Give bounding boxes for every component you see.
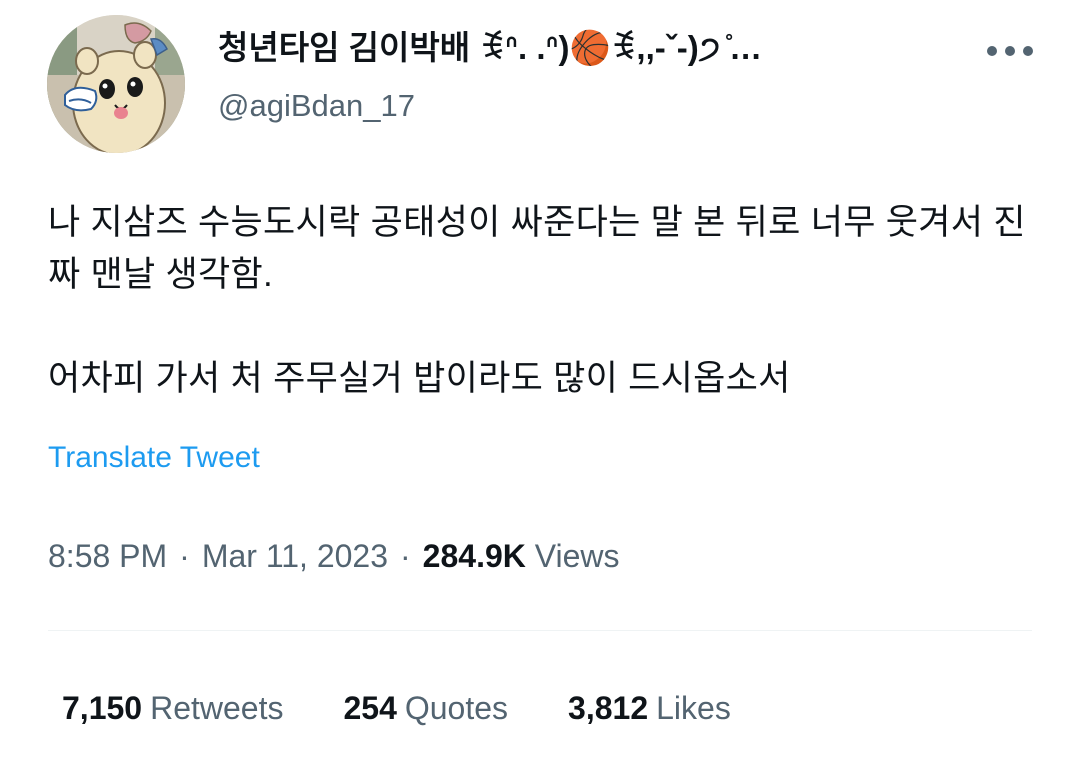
retweets-label: Retweets [150,690,284,726]
tweet-date[interactable]: Mar 11, 2023 [202,538,388,574]
views-label: Views [534,538,620,574]
meta-separator: · [179,538,190,574]
display-name[interactable]: 청년타임 김이박배 ꉂᐢ. .ᐢ)🏀ꉂ,,-ˇ-)੭ ̊… [218,26,918,70]
tweet-paragraph: 나 지삼즈 수능도시락 공태성이 싸준다는 말 본 뒤로 너무 웃겨서 진짜 맨… [48,203,1026,294]
avatar[interactable] [47,15,185,153]
retweets-stat[interactable]: 7,150 Retweets [62,686,283,730]
cartoon-hamster-avatar-icon [47,15,185,153]
retweets-count: 7,150 [62,690,143,726]
quotes-count: 254 [343,690,397,726]
tweet-meta: 8:58 PM · Mar 11, 2023 · 284.9K Views [48,534,620,578]
views-count: 284.9K [422,538,526,574]
tweet-stats: 7,150 Retweets 254 Quotes 3,812 Likes [62,686,731,730]
translate-tweet-link[interactable]: Translate Tweet [48,438,260,478]
more-options-button[interactable] [984,33,1036,69]
divider [48,630,1032,631]
meta-separator: · [400,538,411,574]
likes-count: 3,812 [568,690,649,726]
user-handle[interactable]: @agiBdan_17 [218,86,918,126]
tweet-text: 나 지삼즈 수능도시락 공태성이 싸준다는 말 본 뒤로 너무 웃겨서 진짜 맨… [48,197,1038,405]
quotes-label: Quotes [404,690,509,726]
tweet-time[interactable]: 8:58 PM [48,538,167,574]
likes-stat[interactable]: 3,812 Likes [568,686,731,730]
more-dots-icon [987,46,1033,56]
tweet-paragraph: 어차피 가서 처 주무실거 밥이라도 많이 드시옵소서 [48,359,791,398]
author-info: 청년타임 김이박배 ꉂᐢ. .ᐢ)🏀ꉂ,,-ˇ-)੭ ̊… @agiBdan_1… [218,26,918,126]
tweet-detail: 청년타임 김이박배 ꉂᐢ. .ᐢ)🏀ꉂ,,-ˇ-)੭ ̊… @agiBdan_1… [0,0,1080,760]
quotes-stat[interactable]: 254 Quotes [343,686,508,730]
likes-label: Likes [656,690,731,726]
